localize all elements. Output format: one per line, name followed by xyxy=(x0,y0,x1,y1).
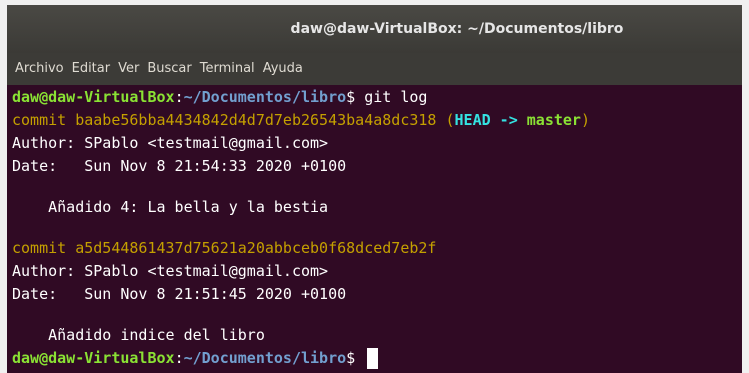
ref-branch: master xyxy=(526,111,581,129)
commit-line: commit baabe56bba4434842d4d7d7eb26543ba4… xyxy=(12,109,742,132)
commit-hash: commit a5d544861437d75621a20abbceb0f68dc… xyxy=(12,239,437,257)
prompt-user-host: daw@daw-VirtualBox xyxy=(12,349,175,367)
author-line: Author: SPablo <testmail@gmail.com> xyxy=(12,262,329,280)
prompt-separator: : xyxy=(174,88,184,106)
prompt-separator: : xyxy=(174,349,184,367)
terminal-window: daw@daw-VirtualBox: ~/Documentos/libro A… xyxy=(7,5,742,373)
date-line: Date: Sun Nov 8 21:51:45 2020 +0100 xyxy=(12,285,347,303)
menu-ver[interactable]: Ver xyxy=(115,53,144,85)
date-line: Date: Sun Nov 8 21:54:33 2020 +0100 xyxy=(12,157,347,175)
commit-message: Añadido 4: La bella y la bestia xyxy=(12,198,329,216)
commit-line: commit a5d544861437d75621a20abbceb0f68dc… xyxy=(12,237,742,260)
commit-hash: commit baabe56bba4434842d4d7d7eb26543ba4… xyxy=(12,111,437,129)
ref-head: HEAD -> xyxy=(454,111,527,129)
menu-editar[interactable]: Editar xyxy=(69,53,116,85)
terminal-output[interactable]: daw@daw-VirtualBox:~/Documentos/libro$ g… xyxy=(7,85,742,373)
ref-open: ( xyxy=(436,111,455,129)
commit-message: Añadido indice del libro xyxy=(12,326,265,344)
author-line: Author: SPablo <testmail@gmail.com> xyxy=(12,134,329,152)
menu-buscar[interactable]: Buscar xyxy=(144,53,196,85)
menu-ayuda[interactable]: Ayuda xyxy=(260,53,308,85)
prompt-user-host: daw@daw-VirtualBox xyxy=(12,88,175,106)
prompt-line: daw@daw-VirtualBox:~/Documentos/libro$ xyxy=(12,347,742,370)
prompt-symbol: $ xyxy=(346,349,356,367)
text-cursor xyxy=(367,348,379,369)
menu-bar: Archivo Editar Ver Buscar Terminal Ayuda xyxy=(7,53,742,85)
command-line: daw@daw-VirtualBox:~/Documentos/libro$ g… xyxy=(12,86,742,109)
prompt-symbol: $ xyxy=(346,88,356,106)
title-bar[interactable]: daw@daw-VirtualBox: ~/Documentos/libro xyxy=(7,5,742,53)
window-title: daw@daw-VirtualBox: ~/Documentos/libro xyxy=(290,21,624,37)
menu-terminal[interactable]: Terminal xyxy=(197,53,260,85)
ref-close: ) xyxy=(580,111,590,129)
prompt-path: ~/Documentos/libro xyxy=(183,88,347,106)
menu-archivo[interactable]: Archivo xyxy=(12,53,69,85)
prompt-path: ~/Documentos/libro xyxy=(183,349,347,367)
command-text: git log xyxy=(355,88,428,106)
